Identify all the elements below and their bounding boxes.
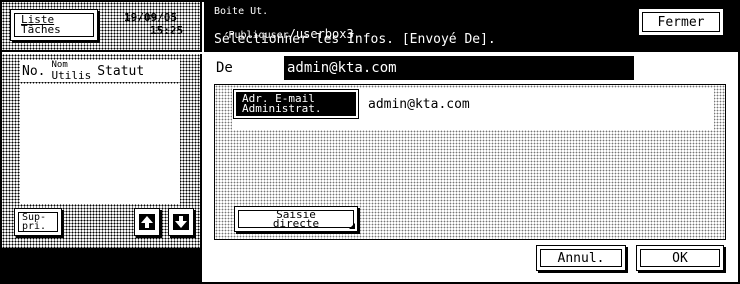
ok-label: OK xyxy=(672,250,688,266)
date-text: 19/09/05 xyxy=(124,11,177,24)
col-user-line2: Utilis xyxy=(51,69,92,82)
close-label: Fermer xyxy=(657,14,705,30)
time-text: 15:25 xyxy=(150,24,184,37)
admin-email-label-2: Administrat. xyxy=(242,102,322,115)
scroll-up-button[interactable] xyxy=(134,208,160,236)
close-button[interactable]: Fermer xyxy=(638,8,724,36)
scroll-down-button[interactable] xyxy=(168,208,194,236)
arrow-up-icon xyxy=(139,214,155,230)
admin-email-button[interactable]: Adr. E-mail Administrat. xyxy=(233,89,359,119)
admin-email-value: admin@kta.com xyxy=(368,97,470,112)
ok-button[interactable]: OK xyxy=(636,245,724,271)
col-no: No. xyxy=(22,63,46,79)
from-label: De xyxy=(216,60,233,76)
delete-button[interactable]: Sup- pri. xyxy=(14,208,62,236)
cancel-button[interactable]: Annul. xyxy=(536,245,626,271)
direct-entry-label-2: directe xyxy=(272,217,320,230)
job-list xyxy=(20,84,180,204)
arrow-down-icon xyxy=(173,214,189,230)
col-status: Statut xyxy=(97,63,145,79)
direct-entry-button[interactable]: Saisie directe xyxy=(234,206,358,232)
job-table-header: No. Nom Utilis Statut xyxy=(20,60,180,82)
delete-label-2: pri. xyxy=(22,221,47,232)
job-list-button[interactable]: Liste Tâches xyxy=(10,9,98,41)
title-instruction: Sélectionner les Infos. [Envoyé De]. xyxy=(214,32,496,47)
job-list-label-2: Tâches xyxy=(21,23,61,36)
left-footer-bar xyxy=(2,248,202,282)
cancel-label: Annul. xyxy=(557,250,605,266)
corner-mark-icon xyxy=(349,223,355,229)
col-user: Nom Utilis xyxy=(51,61,92,82)
from-value: admin@kta.com xyxy=(287,60,397,76)
